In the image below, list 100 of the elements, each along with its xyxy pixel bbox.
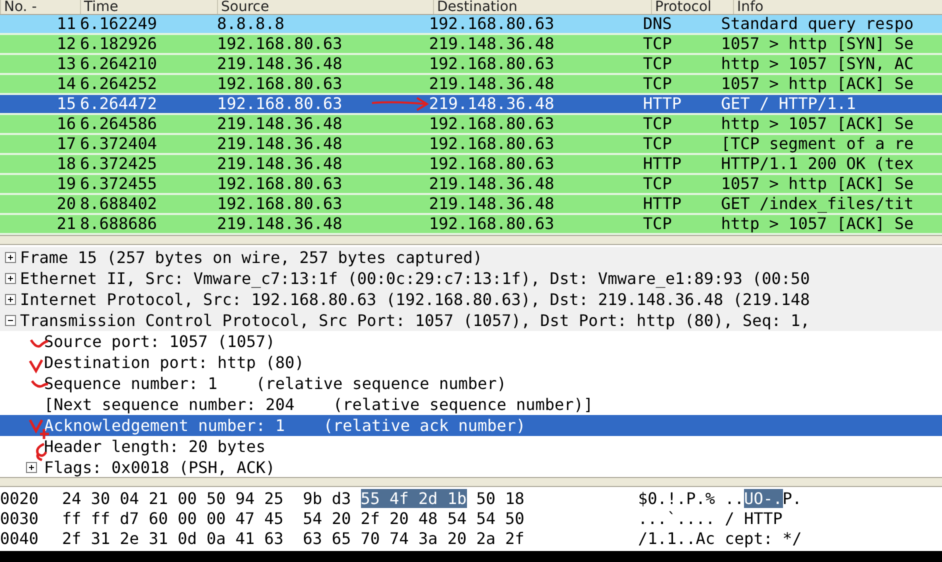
- table-cell-text: 192.168.80.63: [216, 195, 344, 213]
- table-cell-text: 17: [56, 135, 76, 153]
- table-cell-text: 14: [56, 75, 76, 93]
- packet-row[interactable]: 12 6.182926 192.168.80.63 219.148.36.48 TCP 1057 > http [SYN] Se: [0, 35, 942, 55]
- table-cell-text: 12: [56, 35, 76, 53]
- column-header[interactable]: Protocol: [651, 0, 733, 14]
- packet-row[interactable]: 11 6.162249 8.8.8.8 192.168.80.63 DNS Standard query respo: [0, 15, 942, 35]
- hex-bytes: ff ff d7 60 00 00 47 45 54 20 2f 20 48 54 54 50: [62, 509, 524, 528]
- column-header[interactable]: Destination: [433, 0, 651, 14]
- table-cell-text: 6.264472: [79, 95, 158, 113]
- table-cell-text: 6.182926: [79, 35, 158, 53]
- table-cell-text: HTTP: [643, 155, 683, 173]
- table-cell-text: 1057 > http [ACK] Se: [721, 175, 915, 193]
- table-cell-text: TCP: [643, 175, 673, 193]
- tree-item[interactable]: Destination port: http (80): [44, 353, 304, 372]
- hex-bytes: 55 4f 2d 1b: [360, 489, 467, 508]
- packet-row[interactable]: 13 6.264210 219.148.36.48 192.168.80.63 TCP http > 1057 [SYN, AC: [0, 55, 942, 75]
- collapse-icon[interactable]: [4, 315, 16, 326]
- table-cell-text: Standard query respo: [721, 15, 915, 33]
- packet-row[interactable]: 18 6.372425 219.148.36.48 192.168.80.63 HTTP HTTP/1.1 200 OK (tex: [0, 155, 942, 175]
- table-cell-text: TCP: [643, 75, 673, 93]
- table-cell-text: http > 1057 [ACK] Se: [721, 115, 915, 133]
- packet-row[interactable]: 20 8.688402 192.168.80.63 219.148.36.48 HTTP GET /index_files/tit: [0, 195, 942, 215]
- table-cell-text: http > 1057 [SYN, AC: [721, 55, 915, 73]
- table-cell-text: 192.168.80.63: [429, 135, 556, 153]
- table-cell-text: 192.168.80.63: [429, 115, 556, 133]
- column-header[interactable]: Source: [217, 0, 371, 14]
- expand-icon[interactable]: [4, 252, 16, 263]
- tree-item[interactable]: Header length: 20 bytes: [44, 437, 266, 456]
- hex-bytes: 2f 31 2e 31 0d 0a 41 63 63 65 70 74 3a 20 2a 2f: [62, 529, 524, 548]
- table-cell-text: HTTP: [643, 195, 683, 213]
- table-cell-text: 219.148.36.48: [216, 55, 344, 73]
- tree-item[interactable]: Sequence number: 1 (relative sequence number): [44, 374, 506, 393]
- tree-item[interactable]: Source port: 1057 (1057): [44, 332, 276, 351]
- expand-icon[interactable]: [26, 462, 36, 473]
- packet-row[interactable]: 14 6.264252 192.168.80.63 219.148.36.48 TCP 1057 > http [ACK] Se: [0, 75, 942, 95]
- table-cell-text: 15: [56, 95, 76, 113]
- table-cell-text: 192.168.80.63: [216, 75, 344, 93]
- packet-row[interactable]: 19 6.372455 192.168.80.63 219.148.36.48 TCP 1057 > http [ACK] Se: [0, 175, 942, 195]
- table-cell-text: 219.148.36.48: [429, 95, 556, 113]
- hex-bytes: 50 18: [475, 489, 524, 508]
- table-cell-text: 219.148.36.48: [216, 135, 344, 153]
- table-cell-text: TCP: [643, 35, 673, 53]
- table-cell-text: 20: [56, 195, 76, 213]
- table-cell-text: 192.168.80.63: [429, 215, 556, 233]
- tree-item[interactable]: [Next sequence number: 204 (relative sequence number)]: [44, 395, 594, 414]
- table-cell-text: 192.168.80.63: [216, 175, 344, 193]
- table-cell-text: 219.148.36.48: [216, 115, 344, 133]
- table-cell-text: 8.8.8.8: [216, 15, 286, 33]
- table-cell-text: 192.168.80.63: [429, 15, 556, 33]
- table-cell-text: 219.148.36.48: [216, 215, 344, 233]
- table-cell-text: [TCP segment of a re: [721, 135, 915, 153]
- table-cell-text: 219.148.36.48: [429, 75, 556, 93]
- ascii-text: /1.1..Ac cept: */: [638, 529, 802, 548]
- ascii-text: UO-.: [744, 489, 782, 508]
- table-cell-text: 16: [56, 115, 76, 133]
- packet-row[interactable]: 16 6.264586 219.148.36.48 192.168.80.63 TCP http > 1057 [ACK] Se: [0, 115, 942, 135]
- byte-offset: 0030: [0, 509, 40, 529]
- table-cell-text: 6.372404: [79, 135, 158, 153]
- table-cell-text: 18: [56, 155, 76, 173]
- table-cell-text: 6.372455: [79, 175, 158, 193]
- column-header[interactable]: Time: [80, 0, 217, 14]
- packet-row[interactable]: 17 6.372404 219.148.36.48 192.168.80.63 TCP [TCP segment of a re: [0, 135, 942, 155]
- column-header[interactable]: No. -: [0, 0, 80, 14]
- table-cell-text: 192.168.80.63: [216, 95, 344, 113]
- table-cell-text: 219.148.36.48: [429, 35, 556, 53]
- table-cell-text: 13: [56, 55, 76, 73]
- tree-item[interactable]: Flags: 0x0018 (PSH, ACK): [44, 458, 276, 477]
- table-cell-text: 192.168.80.63: [216, 35, 344, 53]
- table-cell-text: TCP: [643, 55, 673, 73]
- ascii-text: P.: [782, 489, 802, 508]
- packet-row[interactable]: 15 6.264472 192.168.80.63 219.148.36.48 HTTP GET / HTTP/1.1: [0, 95, 942, 115]
- table-cell-text: 6.264586: [79, 115, 158, 133]
- table-cell-text: HTTP/1.1 200 OK (tex: [721, 155, 915, 173]
- table-cell-text: TCP: [643, 215, 673, 233]
- table-cell-text: GET / HTTP/1.1: [721, 95, 857, 113]
- table-cell-text: 6.162249: [79, 15, 158, 33]
- table-cell-text: HTTP: [643, 95, 683, 113]
- table-cell-text: TCP: [643, 115, 673, 133]
- table-cell-text: 219.148.36.48: [429, 195, 556, 213]
- table-cell-text: 8.688402: [79, 195, 158, 213]
- table-cell-text: 219.148.36.48: [429, 175, 556, 193]
- table-cell-text: 21: [56, 215, 76, 233]
- table-cell-text: 6.264210: [79, 55, 158, 73]
- table-cell-text: TCP: [643, 135, 673, 153]
- table-cell-text: 6.264252: [79, 75, 158, 93]
- byte-offset: 0020: [0, 489, 40, 509]
- expand-icon[interactable]: [4, 273, 16, 284]
- column-header[interactable]: Info: [733, 0, 942, 14]
- ascii-text: $0.!.P.% ..: [638, 489, 744, 508]
- annotation-arrow: [372, 97, 429, 111]
- table-cell-text: 192.168.80.63: [429, 155, 556, 173]
- table-cell-text: 1057 > http [SYN] Se: [721, 35, 915, 53]
- expand-icon[interactable]: [4, 294, 16, 305]
- table-cell-text: 6.372425: [79, 155, 158, 173]
- hex-bytes: 24 30 04 21 00 50 94 25 9b d3: [62, 489, 352, 508]
- byte-offset: 0040: [0, 529, 40, 549]
- ascii-text: ...`.... / HTTP: [638, 509, 782, 528]
- table-cell-text: http > 1057 [ACK] Se: [721, 215, 915, 233]
- packet-row[interactable]: 21 8.688686 219.148.36.48 192.168.80.63 TCP http > 1057 [ACK] Se: [0, 215, 942, 235]
